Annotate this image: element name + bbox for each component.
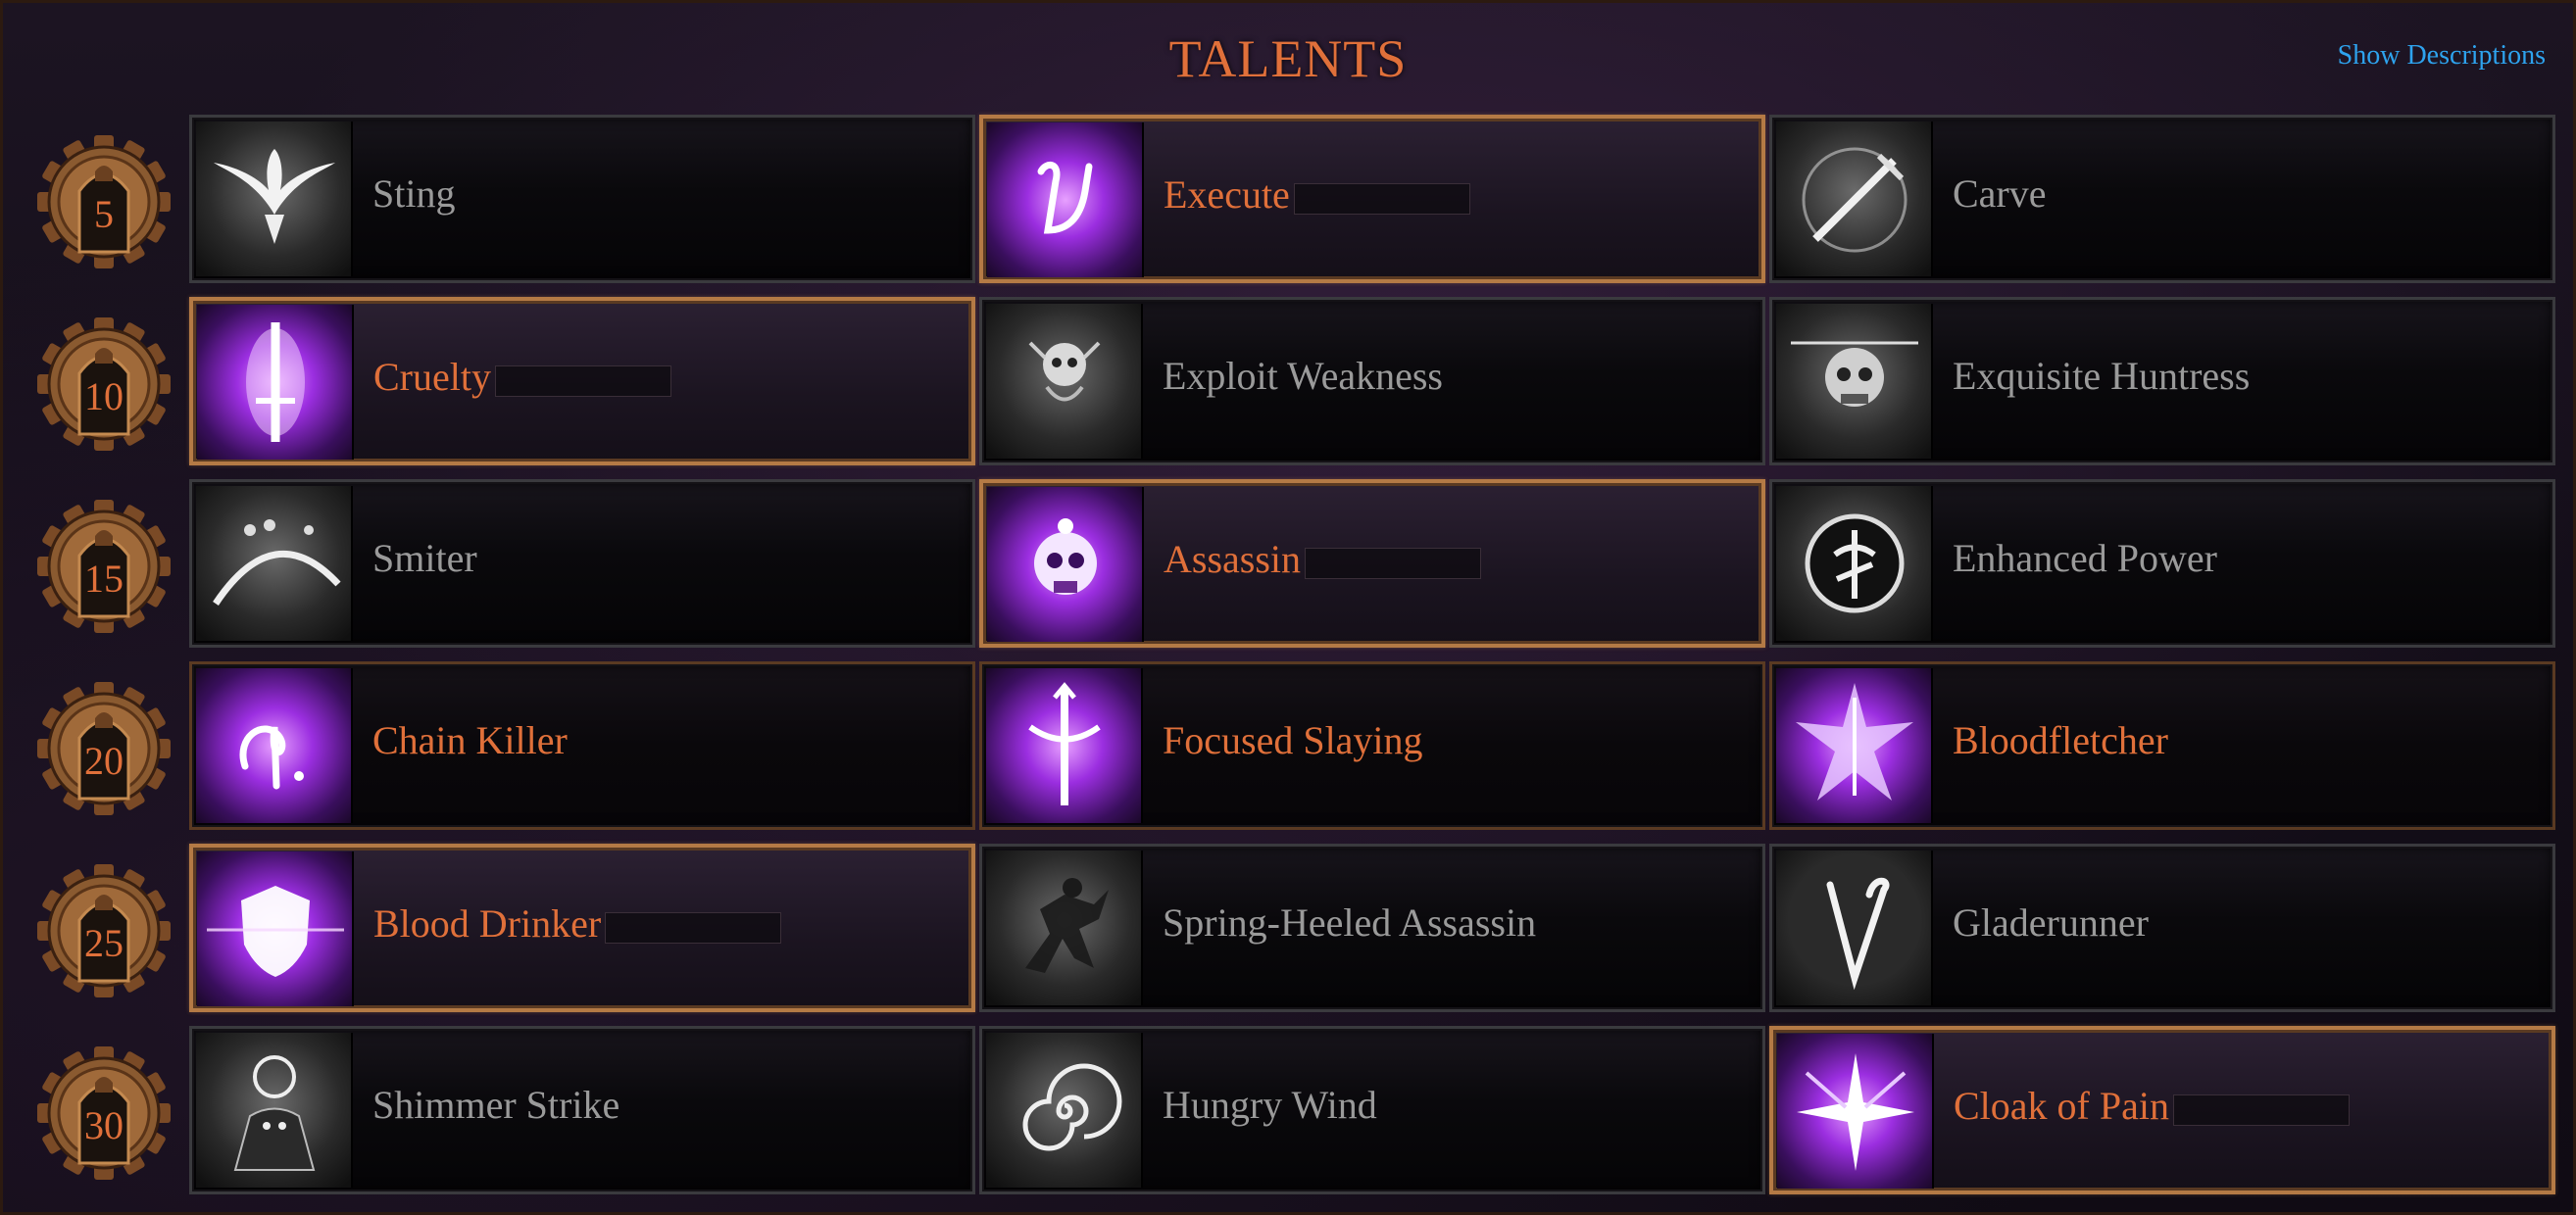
level-badge: 10 <box>36 316 172 452</box>
sword-rune-icon <box>986 668 1143 823</box>
talent-name: Chain Killer <box>372 718 568 762</box>
level-badge: 25 <box>36 863 172 998</box>
talent-name: Cruelty <box>373 355 491 399</box>
talent-name: Gladerunner <box>1953 900 2149 945</box>
talent-exploit-weakness[interactable]: Exploit Weakness <box>979 297 1765 465</box>
talent-row-level-5: 5 Sting Execute Carve <box>3 113 2573 295</box>
level-number: 5 <box>94 192 114 236</box>
cloak-burst-icon <box>1777 1034 1934 1189</box>
talent-name: Cloak of Pain <box>1954 1084 2169 1128</box>
talent-row-level-25: 25 Blood Drinker Spring-Heeled Assassin … <box>3 842 2573 1024</box>
arrow-burst-icon <box>1776 668 1933 823</box>
talent-name: Execute <box>1164 172 1290 217</box>
talent-name: Hungry Wind <box>1163 1083 1377 1127</box>
glade-rune-icon <box>1776 850 1933 1005</box>
talent-enhanced-power[interactable]: Enhanced Power <box>1769 479 2555 648</box>
talent-progress-box <box>605 912 781 944</box>
smiter-icon <box>196 486 353 641</box>
talent-shimmer-strike[interactable]: Shimmer Strike <box>189 1026 975 1194</box>
level-number: 20 <box>84 739 124 783</box>
talent-name: Shimmer Strike <box>372 1083 620 1127</box>
level-number: 10 <box>84 374 124 418</box>
talent-progress-box <box>495 365 671 397</box>
assassin-skull-icon <box>987 487 1144 642</box>
talent-name: Carve <box>1953 171 2047 216</box>
sword-slash-icon <box>1776 122 1933 276</box>
power-rune-icon <box>1776 486 1933 641</box>
talent-name: Assassin <box>1164 537 1302 581</box>
talent-assassin[interactable]: Assassin <box>979 479 1765 648</box>
talent-grid: 5 Sting Execute Carve 10 Cruelty Exploit… <box>3 113 2573 1206</box>
talent-row-level-15: 15 Smiter Assassin Enhanced Power <box>3 477 2573 659</box>
talent-execute[interactable]: Execute <box>979 115 1765 283</box>
talent-name: Exploit Weakness <box>1163 354 1443 398</box>
talent-chain-killer[interactable]: Chain Killer <box>189 661 975 830</box>
dove-icon <box>196 122 353 276</box>
talent-row-level-30: 30 Shimmer Strike Hungry Wind Cloak of P… <box>3 1024 2573 1206</box>
talent-blood-drinker[interactable]: Blood Drinker <box>189 844 975 1012</box>
shimmer-figure-icon <box>196 1033 353 1188</box>
talent-smiter[interactable]: Smiter <box>189 479 975 648</box>
level-badge: 5 <box>36 134 172 269</box>
talent-name: Focused Slaying <box>1163 718 1423 762</box>
talent-name: Enhanced Power <box>1953 536 2217 580</box>
talent-cloak-of-pain[interactable]: Cloak of Pain <box>1769 1026 2555 1194</box>
execute-rune-icon <box>987 122 1144 277</box>
talent-focused-slaying[interactable]: Focused Slaying <box>979 661 1765 830</box>
talent-progress-box <box>1294 183 1470 215</box>
cruelty-dagger-icon <box>197 305 354 460</box>
talent-spring-heeled-assassin[interactable]: Spring-Heeled Assassin <box>979 844 1765 1012</box>
talents-screen: TALENTS Show Descriptions 5 Sting Execut… <box>0 0 2576 1215</box>
talent-bloodfletcher[interactable]: Bloodfletcher <box>1769 661 2555 830</box>
level-number: 25 <box>84 921 124 965</box>
leaping-assassin-icon <box>986 850 1143 1005</box>
level-number: 30 <box>84 1103 124 1147</box>
talent-exquisite-huntress[interactable]: Exquisite Huntress <box>1769 297 2555 465</box>
talent-name: Bloodfletcher <box>1953 718 2168 762</box>
show-descriptions-link[interactable]: Show Descriptions <box>2338 40 2546 72</box>
talent-hungry-wind[interactable]: Hungry Wind <box>979 1026 1765 1194</box>
talent-carve[interactable]: Carve <box>1769 115 2555 283</box>
talent-row-level-20: 20 Chain Killer Focused Slaying Bloodfle… <box>3 659 2573 842</box>
talent-name: Exquisite Huntress <box>1953 354 2251 398</box>
talent-progress-box <box>1305 548 1481 579</box>
page-title: TALENTS <box>1168 29 1408 88</box>
huntress-skull-icon <box>1776 304 1933 459</box>
level-badge: 20 <box>36 681 172 816</box>
talent-name: Blood Drinker <box>373 901 602 946</box>
talent-gladerunner[interactable]: Gladerunner <box>1769 844 2555 1012</box>
talent-cruelty[interactable]: Cruelty <box>189 297 975 465</box>
talent-sting[interactable]: Sting <box>189 115 975 283</box>
talent-row-level-10: 10 Cruelty Exploit Weakness Exquisite Hu… <box>3 295 2573 477</box>
talent-name: Spring-Heeled Assassin <box>1163 900 1537 945</box>
level-number: 15 <box>84 557 124 601</box>
level-badge: 30 <box>36 1045 172 1181</box>
talent-name: Sting <box>372 171 456 216</box>
chain-rune-icon <box>196 668 353 823</box>
shield-glow-icon <box>197 851 354 1006</box>
talent-name: Smiter <box>372 536 477 580</box>
talent-progress-box <box>2173 1094 2350 1126</box>
level-badge: 15 <box>36 499 172 634</box>
spiral-wind-icon <box>986 1033 1143 1188</box>
skull-cloak-icon <box>986 304 1143 459</box>
